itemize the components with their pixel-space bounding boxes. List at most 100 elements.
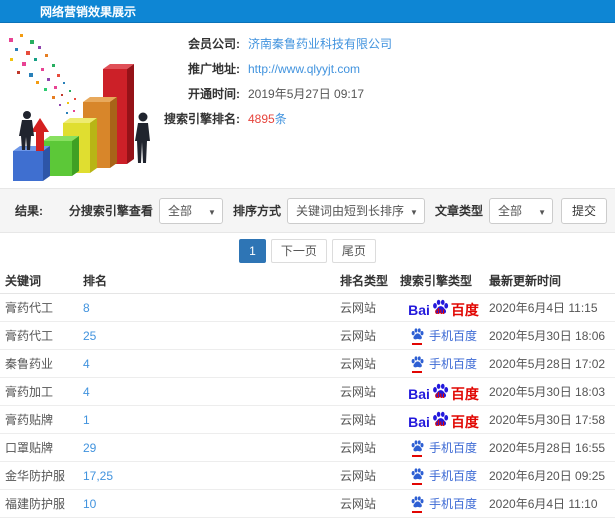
baidu-mobile-label: 手机百度	[428, 328, 477, 343]
open-time-row: 开通时间: 2019年5月27日 09:17	[150, 81, 392, 106]
rank-link[interactable]: 4	[83, 385, 340, 399]
baidu-paw-icon	[411, 439, 424, 451]
rank-link[interactable]: 10	[83, 497, 340, 511]
rank-link[interactable]: 29	[83, 441, 340, 455]
keyword-cell: 金华防护服	[5, 469, 66, 483]
baidu-mobile-logo: 手机百度	[410, 495, 477, 513]
bar-chart-growth-illustration	[9, 34, 150, 181]
keyword-cell: 膏药加工	[5, 385, 54, 399]
baidu-paw-icon	[411, 327, 424, 339]
engine-cell: 手机百度	[400, 495, 487, 513]
rank-link[interactable]: 8	[83, 301, 340, 315]
engine-cell: Bai du 百度	[400, 298, 487, 317]
header-rank-type: 排名类型	[340, 274, 389, 288]
baidu-mobile-label: 手机百度	[428, 496, 477, 511]
baidu-pc-logo: Bai du 百度	[408, 298, 479, 317]
last-page-button[interactable]: 尾页	[331, 238, 376, 263]
submit-button[interactable]: 提交	[560, 197, 607, 224]
rank-type-cell: 云网站	[340, 413, 377, 427]
baidu-pc-logo: Bai du 百度	[408, 410, 479, 429]
account-fields: 会员公司: 济南秦鲁药业科技有限公司 推广地址: http://www.qlyy…	[150, 31, 392, 131]
header-engine-type: 搜索引擎类型	[400, 274, 473, 288]
open-time-label: 开通时间:	[188, 87, 240, 101]
baidu-name-text: 百度	[450, 386, 479, 401]
engine-cell: 手机百度	[400, 439, 487, 457]
promo-url-link[interactable]: http://www.qlyyjt.com	[248, 62, 360, 76]
baidu-mobile-label: 手机百度	[428, 356, 477, 371]
baidu-name-text: 百度	[450, 302, 479, 317]
table-header-row: 关键词 排名 排名类型 搜索引擎类型 最新更新时间	[0, 268, 615, 294]
ranking-count-unit-link[interactable]: 条	[275, 112, 287, 126]
page-title: 网络营销效果展示	[40, 4, 137, 19]
member-company-link[interactable]: 济南秦鲁药业科技有限公司	[248, 35, 392, 52]
baidu-du-text: du	[434, 307, 445, 316]
rank-type-cell: 云网站	[340, 469, 377, 483]
baidu-name-text: 百度	[450, 414, 479, 429]
ranking-count-value: 4895	[248, 112, 275, 126]
account-info-section: 会员公司: 济南秦鲁药业科技有限公司 推广地址: http://www.qlyy…	[0, 23, 615, 188]
baidu-mobile-underline	[411, 342, 422, 345]
baidu-bai-text: Bai	[408, 414, 430, 429]
baidu-mobile-logo: 手机百度	[410, 467, 477, 485]
rank-link[interactable]: 4	[83, 357, 340, 371]
filter-bar: 结果: 分搜索引擎查看 全部 ▼ 排序方式 关键词由短到长排序 ▼ 文章类型 全…	[0, 188, 615, 233]
baidu-mobile-underline	[411, 482, 422, 485]
baidu-du-text: du	[434, 391, 445, 400]
baidu-paw-icon	[411, 467, 424, 479]
table-row: 膏药代工 8 云网站 Bai du 百度 2020年6月4日 11:15	[0, 294, 615, 322]
promo-url-row: 推广地址: http://www.qlyyjt.com	[150, 56, 392, 81]
app-header: 网络营销效果展示	[0, 0, 615, 23]
table-row: 膏药加工 4 云网站 Bai du 百度 2020年5月30日 18:03	[0, 378, 615, 406]
update-time-cell: 2020年5月30日 18:03	[489, 385, 606, 399]
engine-filter-select[interactable]: 全部 ▼	[158, 197, 223, 224]
table-row: 福建防护服 10 云网站 手机百度 2020年6月4日 11:10	[0, 490, 615, 518]
engine-cell: 手机百度	[400, 467, 487, 485]
baidu-mobile-logo: 手机百度	[410, 355, 477, 373]
header-keyword: 关键词	[5, 274, 42, 288]
table-row: 膏药代工 25 云网站 手机百度 2020年5月30日 18:06	[0, 322, 615, 350]
keyword-cell: 膏药贴牌	[5, 413, 54, 427]
promo-url-label: 推广地址:	[188, 62, 240, 76]
rank-type-cell: 云网站	[340, 385, 377, 399]
update-time-cell: 2020年5月30日 17:58	[489, 413, 606, 427]
next-page-button[interactable]: 下一页	[270, 238, 327, 263]
sort-select[interactable]: 关键词由短到长排序 ▼	[286, 197, 425, 224]
table-row: 金华防护服 17,25 云网站 手机百度 2020年6月20日 09:25	[0, 462, 615, 490]
pagination: 1 下一页 尾页	[0, 233, 615, 268]
keyword-ranking-table: 关键词 排名 排名类型 搜索引擎类型 最新更新时间 膏药代工 8 云网站 Bai…	[0, 268, 615, 520]
chevron-down-icon: ▼	[410, 207, 418, 217]
table-row: 秦鲁药业 4 云网站 手机百度 2020年5月28日 17:02	[0, 350, 615, 378]
open-time-value: 2019年5月27日 09:17	[248, 87, 365, 101]
page-1-button[interactable]: 1	[239, 238, 266, 263]
keyword-cell: 膏药代工	[5, 329, 54, 343]
baidu-bai-text: Bai	[408, 302, 430, 317]
result-label: 结果:	[15, 204, 43, 218]
baidu-mobile-underline	[411, 454, 422, 457]
update-time-cell: 2020年6月4日 11:10	[489, 497, 598, 511]
baidu-mobile-logo: 手机百度	[410, 439, 477, 457]
businessman-right	[135, 112, 150, 163]
member-company-label: 会员公司:	[188, 37, 240, 51]
baidu-mobile-label: 手机百度	[428, 468, 477, 483]
update-time-cell: 2020年5月28日 17:02	[489, 357, 606, 371]
member-company-row: 会员公司: 济南秦鲁药业科技有限公司	[150, 31, 392, 56]
rank-type-cell: 云网站	[340, 301, 377, 315]
engine-cell: Bai du 百度	[400, 410, 487, 429]
rank-link[interactable]: 1	[83, 413, 340, 427]
update-time-cell: 2020年5月28日 16:55	[489, 441, 606, 455]
rank-link[interactable]: 17,25	[83, 469, 340, 483]
header-rank: 排名	[83, 274, 108, 288]
article-type-select[interactable]: 全部 ▼	[488, 197, 553, 224]
rank-type-cell: 云网站	[340, 329, 377, 343]
table-body: 膏药代工 8 云网站 Bai du 百度 2020年6月4日 11:15 膏药代工…	[0, 294, 615, 520]
baidu-paw-icon	[411, 495, 424, 507]
ranking-count-row: 搜索引擎排名: 4895条	[150, 106, 392, 131]
engine-filter-value: 全部	[167, 204, 192, 218]
engine-cell: 手机百度	[400, 327, 487, 345]
engine-cell: Bai du 百度	[400, 382, 487, 401]
baidu-pc-logo: Bai du 百度	[408, 382, 479, 401]
baidu-mobile-label: 手机百度	[428, 440, 477, 455]
chevron-down-icon: ▼	[208, 207, 216, 217]
update-time-cell: 2020年5月30日 18:06	[489, 329, 606, 343]
rank-link[interactable]: 25	[83, 329, 340, 343]
